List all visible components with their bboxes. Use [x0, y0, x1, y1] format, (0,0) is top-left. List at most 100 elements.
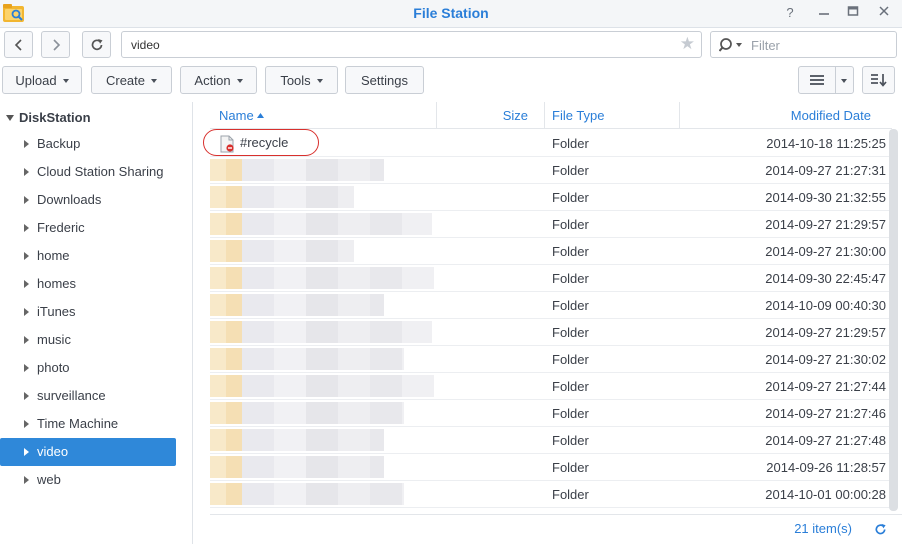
maximize-icon[interactable]: [843, 4, 863, 22]
tree-root-diskstation[interactable]: DiskStation: [0, 107, 190, 127]
collapsed-triangle-icon[interactable]: [24, 448, 29, 456]
chevron-down-icon: [151, 78, 158, 83]
sidebar-item-web[interactable]: web: [0, 466, 176, 494]
table-row[interactable]: Folder 2014-09-27 21:29:57: [210, 211, 892, 238]
path-bar[interactable]: video ★: [121, 31, 702, 58]
column-header-modified-date[interactable]: Modified Date: [680, 102, 892, 129]
vertical-scrollbar[interactable]: [889, 129, 898, 511]
file-type: Folder: [552, 352, 589, 367]
refresh-icon[interactable]: [874, 523, 887, 536]
chevron-down-icon: [62, 78, 69, 83]
sidebar-item-homes[interactable]: homes: [0, 270, 176, 298]
sidebar-item-label: Cloud Station Sharing: [37, 164, 164, 179]
collapsed-triangle-icon[interactable]: [24, 420, 29, 428]
collapsed-triangle-icon[interactable]: [24, 140, 29, 148]
filter-input[interactable]: [751, 36, 891, 54]
settings-label: Settings: [361, 72, 408, 88]
chevron-down-icon: [316, 78, 323, 83]
expanded-triangle-icon[interactable]: [6, 115, 14, 121]
collapsed-triangle-icon[interactable]: [24, 252, 29, 260]
table-row[interactable]: Folder 2014-09-30 21:32:55: [210, 184, 892, 211]
sidebar-item-backup[interactable]: Backup: [0, 130, 176, 158]
table-row[interactable]: Folder 2014-09-30 22:45:47: [210, 265, 892, 292]
refresh-icon: [91, 38, 102, 50]
file-type: Folder: [552, 244, 589, 259]
view-mode-button[interactable]: [798, 66, 854, 94]
sort-icon: [870, 74, 887, 87]
sidebar-item-cloud-station-sharing[interactable]: Cloud Station Sharing: [0, 158, 176, 186]
collapsed-triangle-icon[interactable]: [24, 364, 29, 372]
table-row[interactable]: Folder 2014-09-27 21:27:31: [210, 157, 892, 184]
table-row[interactable]: Folder 2014-10-09 00:40:30: [210, 292, 892, 319]
chevron-down-icon[interactable]: [841, 79, 847, 83]
search-icon[interactable]: [719, 37, 747, 53]
collapsed-triangle-icon[interactable]: [24, 280, 29, 288]
redacted-name: [210, 348, 404, 370]
column-header-size[interactable]: Size: [437, 102, 544, 129]
collapsed-triangle-icon[interactable]: [24, 224, 29, 232]
tools-label: Tools: [280, 72, 311, 88]
table-row[interactable]: Folder 2014-09-27 21:30:00: [210, 238, 892, 265]
sidebar-item-surveillance[interactable]: surveillance: [0, 382, 176, 410]
sidebar-item-frederic[interactable]: Frederic: [0, 214, 176, 242]
collapsed-triangle-icon[interactable]: [24, 476, 29, 484]
collapsed-triangle-icon[interactable]: [24, 196, 29, 204]
refresh-button[interactable]: [82, 31, 111, 58]
table-row[interactable]: Folder 2014-09-26 11:28:57: [210, 454, 892, 481]
settings-button[interactable]: Settings: [345, 66, 424, 94]
create-button[interactable]: Create: [91, 66, 172, 94]
redacted-name: [210, 186, 354, 208]
favorite-star-icon[interactable]: ★: [680, 34, 695, 54]
modified-date: 2014-09-27 21:29:57: [765, 217, 886, 232]
collapsed-triangle-icon[interactable]: [24, 336, 29, 344]
list-view-icon: [810, 75, 824, 85]
forward-button[interactable]: [41, 31, 70, 58]
back-button[interactable]: [4, 31, 33, 58]
sidebar-item-label: music: [37, 332, 71, 347]
sidebar-item-label: Downloads: [37, 192, 102, 207]
table-row[interactable]: Folder 2014-09-27 21:27:48: [210, 427, 892, 454]
sidebar-item-home[interactable]: home: [0, 242, 176, 270]
sidebar-item-label: Frederic: [37, 220, 85, 235]
file-type: Folder: [552, 190, 589, 205]
file-type: Folder: [552, 379, 589, 394]
redacted-name: [210, 429, 384, 451]
upload-button[interactable]: Upload: [2, 66, 82, 94]
file-type: Folder: [552, 433, 589, 448]
modified-date: 2014-09-27 21:27:31: [765, 163, 886, 178]
sidebar-item-downloads[interactable]: Downloads: [0, 186, 176, 214]
filter-box[interactable]: [710, 31, 897, 58]
table-row[interactable]: Folder 2014-09-27 21:29:57: [210, 319, 892, 346]
table-row[interactable]: Folder 2014-09-27 21:27:46: [210, 400, 892, 427]
table-row[interactable]: Folder 2014-09-27 21:27:44: [210, 373, 892, 400]
sort-ascending-icon: [257, 113, 264, 118]
sort-button[interactable]: [862, 66, 895, 94]
sidebar-item-photo[interactable]: photo: [0, 354, 176, 382]
redacted-name: [210, 321, 432, 343]
table-row[interactable]: Folder 2014-09-27 21:30:02: [210, 346, 892, 373]
sidebar-item-itunes[interactable]: iTunes: [0, 298, 176, 326]
action-button[interactable]: Action: [180, 66, 257, 94]
collapsed-triangle-icon[interactable]: [24, 308, 29, 316]
redacted-name: [210, 375, 434, 397]
redacted-name: [210, 456, 384, 478]
modified-date: 2014-09-27 21:30:00: [765, 244, 886, 259]
column-header-name[interactable]: Name: [210, 102, 437, 129]
modified-date: 2014-09-27 21:27:48: [765, 433, 886, 448]
table-row[interactable]: Folder 2014-10-01 00:00:28: [210, 481, 892, 508]
sidebar-item-music[interactable]: music: [0, 326, 176, 354]
file-type: Folder: [552, 325, 589, 340]
divider: [835, 67, 836, 93]
tools-button[interactable]: Tools: [265, 66, 338, 94]
close-icon[interactable]: [874, 4, 894, 22]
status-bar: 21 item(s): [210, 514, 902, 544]
modified-date: 2014-09-27 21:27:46: [765, 406, 886, 421]
collapsed-triangle-icon[interactable]: [24, 168, 29, 176]
sidebar-item-video[interactable]: video: [0, 438, 176, 466]
minimize-icon[interactable]: [814, 4, 834, 22]
help-icon[interactable]: ?: [780, 4, 800, 22]
column-header-file-type[interactable]: File Type: [545, 102, 679, 129]
sidebar-item-time-machine[interactable]: Time Machine: [0, 410, 176, 438]
collapsed-triangle-icon[interactable]: [24, 392, 29, 400]
redacted-name: [210, 240, 354, 262]
